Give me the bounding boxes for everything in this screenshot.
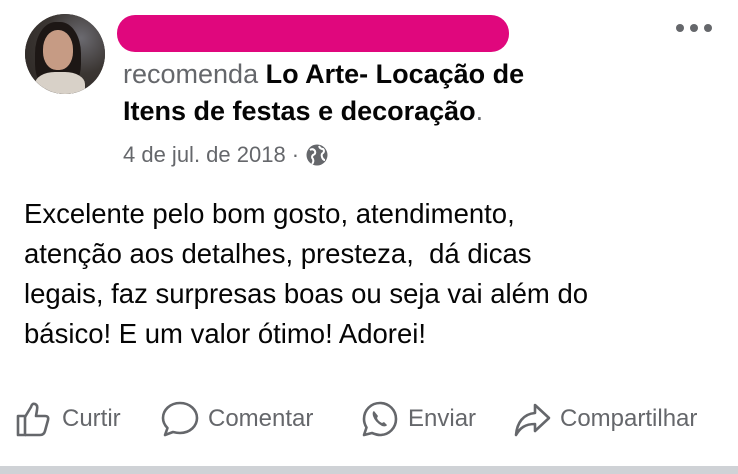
share-button[interactable]: Compartilhar <box>512 396 697 442</box>
share-arrow-icon <box>514 403 551 437</box>
post-date[interactable]: 4 de jul. de 2018 <box>123 141 286 169</box>
page-name-line1: Lo Arte- Locação de <box>265 59 525 89</box>
like-button[interactable]: Curtir <box>14 396 121 442</box>
comment-button[interactable]: Comentar <box>160 396 313 442</box>
headline-trailing: . <box>475 96 484 126</box>
avatar-face <box>43 30 73 70</box>
review-line: básico! E um valor ótimo! Adorei! <box>24 318 426 349</box>
review-line: atenção aos detalhes, presteza, dá dicas <box>24 238 532 269</box>
whatsapp-icon <box>362 401 398 437</box>
action-bar: Curtir Comentar Enviar Compartilhar <box>14 396 732 442</box>
avatar[interactable] <box>25 14 105 94</box>
share-label: Compartilhar <box>560 405 698 432</box>
recommend-verb: recomenda <box>123 59 259 89</box>
post-meta: 4 de jul. de 2018 · <box>123 141 329 169</box>
meta-separator: · <box>291 142 300 167</box>
more-dot <box>690 24 698 32</box>
avatar-body <box>35 72 85 94</box>
review-line: legais, faz surpresas boas ou seja vai a… <box>24 278 589 309</box>
post-headline: recomenda Lo Arte- Locação de Itens de fe… <box>123 56 643 130</box>
more-dot <box>676 24 684 32</box>
send-label: Enviar <box>408 405 477 432</box>
redacted-author-name <box>117 15 509 52</box>
more-options-icon[interactable] <box>676 18 720 38</box>
more-dot <box>704 24 712 32</box>
send-button[interactable]: Enviar <box>360 396 476 442</box>
page-name-line2: Itens de festas e decoração <box>123 96 476 126</box>
comment-label: Comentar <box>208 405 314 432</box>
review-text: Excelente pelo bom gosto, atendimento, a… <box>24 194 724 354</box>
review-line: Excelente pelo bom gosto, atendimento, <box>24 198 515 229</box>
speech-bubble-icon <box>161 401 199 437</box>
thumbs-up-icon <box>16 402 50 437</box>
like-label: Curtir <box>62 405 121 432</box>
globe-icon[interactable] <box>305 143 329 167</box>
section-divider <box>0 466 738 474</box>
